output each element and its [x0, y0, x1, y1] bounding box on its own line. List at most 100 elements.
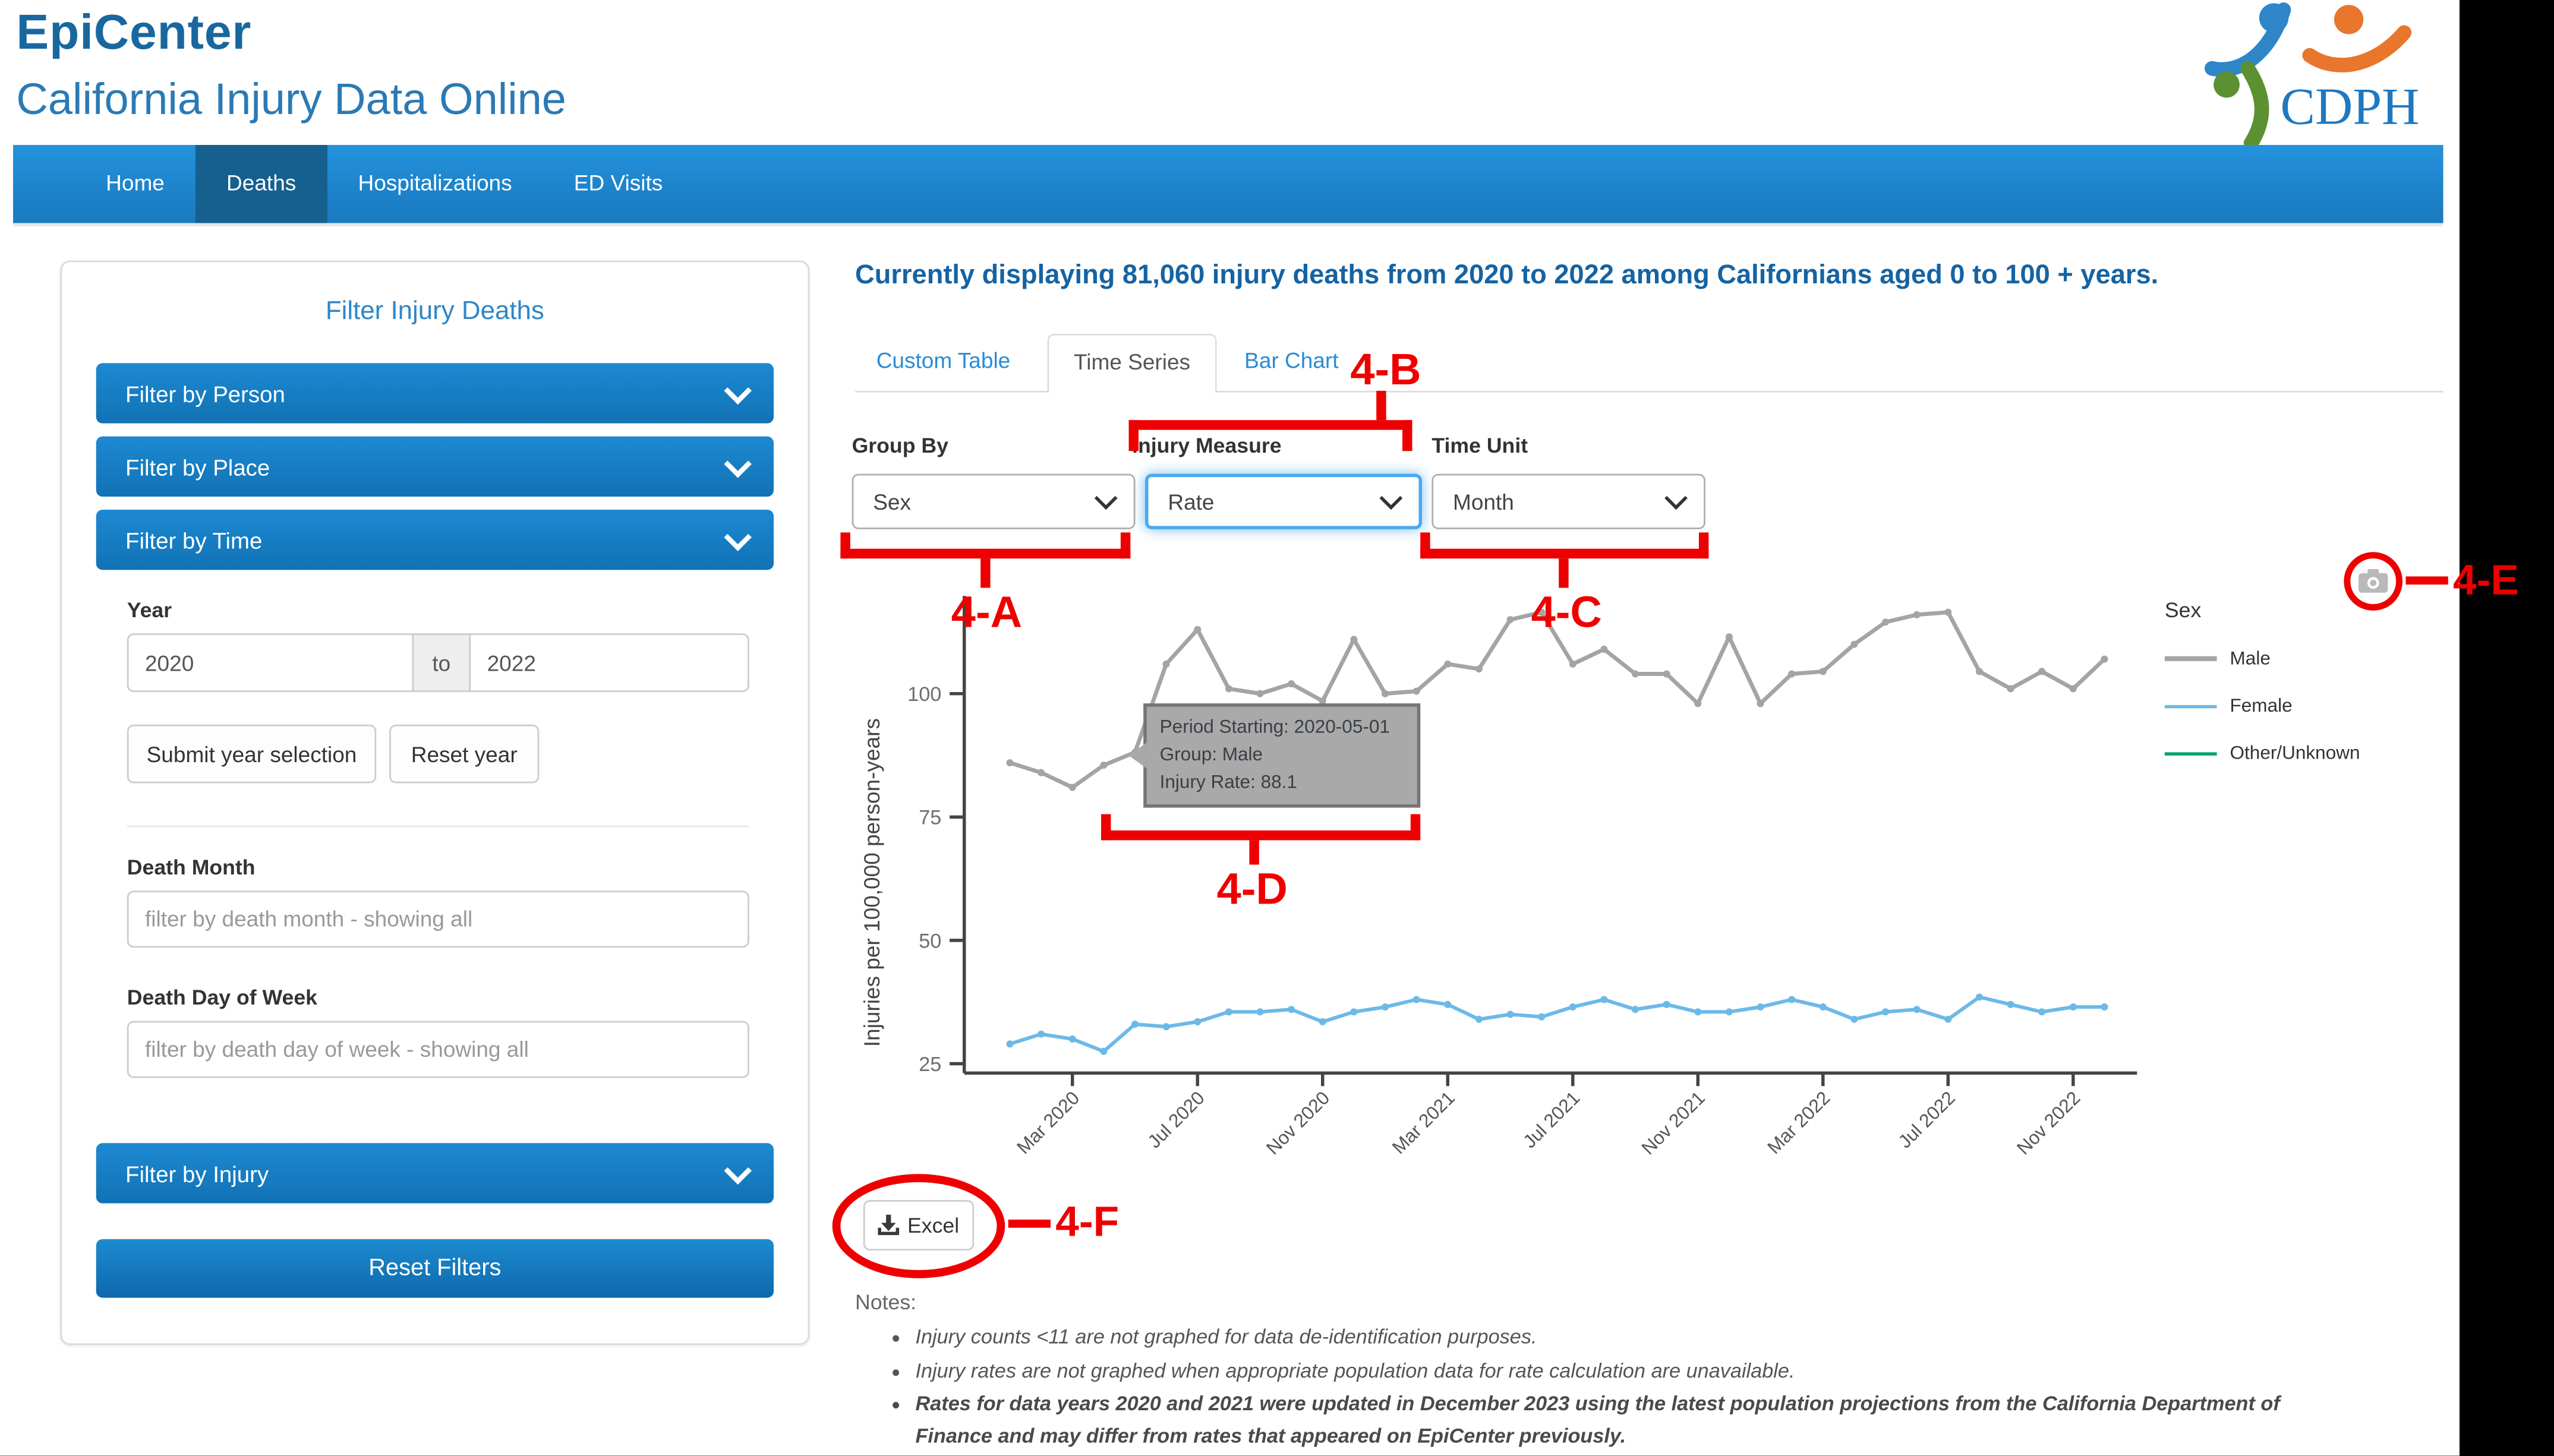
year-to-input[interactable] — [469, 633, 749, 692]
injury-measure-select[interactable]: Rate — [1145, 474, 1422, 529]
y-axis-title: Injuries per 100,000 person-years — [860, 718, 884, 1047]
main-navbar: Home Deaths Hospitalizations ED Visits — [13, 145, 2443, 226]
data-point-male — [1850, 641, 1858, 648]
cdph-logo: CDPH — [2202, 0, 2450, 147]
chevron-down-icon — [724, 523, 752, 551]
year-from-input[interactable] — [127, 633, 414, 692]
annotation-4a-bracket — [840, 532, 1130, 558]
legend-item-female[interactable]: Female — [2165, 683, 2450, 729]
legend-label-female: Female — [2230, 696, 2293, 716]
accordion-filter-by-place[interactable]: Filter by Place — [96, 437, 774, 497]
group-by-select[interactable]: Sex — [852, 474, 1136, 529]
data-point-male — [1100, 762, 1107, 769]
annotation-4e-circle — [2344, 552, 2402, 611]
logo-blue-head — [2259, 3, 2288, 32]
data-point-female — [1632, 1006, 1639, 1013]
legend-label-other-unknown: Other/Unknown — [2230, 743, 2360, 763]
data-point-male — [1288, 680, 1295, 687]
data-point-male — [1757, 700, 1764, 707]
time-unit-value: Month — [1453, 489, 1514, 514]
reset-year-button[interactable]: Reset year — [389, 725, 539, 784]
x-tick-label: Mar 2020 — [1013, 1087, 1084, 1158]
x-tick-label: Jul 2021 — [1519, 1087, 1584, 1152]
group-by-value: Sex — [873, 489, 911, 514]
accordion-filter-by-time[interactable]: Filter by Time — [96, 510, 774, 570]
app-title: EpiCenter — [16, 7, 251, 62]
legend-label-male: Male — [2230, 649, 2271, 668]
note-item: Rates for data years 2020 and 2021 were … — [915, 1389, 2324, 1452]
data-point-female — [1694, 1008, 1701, 1015]
chevron-down-icon — [1664, 487, 1688, 510]
nav-item-deaths[interactable]: Deaths — [196, 145, 327, 223]
tab-bar-chart[interactable]: Bar Chart — [1244, 349, 1338, 373]
annotation-4e-label: 4-E — [2453, 558, 2519, 601]
data-point-female — [1850, 1016, 1858, 1023]
year-label: Year — [127, 598, 172, 622]
time-unit-select[interactable]: Month — [1431, 474, 1705, 529]
data-point-female — [1976, 993, 1983, 1000]
accordion-filter-by-injury[interactable]: Filter by Injury — [96, 1143, 774, 1203]
accordion-label: Filter by Time — [125, 527, 262, 553]
annotation-4f-label: 4-F — [1055, 1200, 1119, 1242]
data-point-female — [1820, 1003, 1827, 1010]
death-month-input[interactable] — [127, 890, 749, 947]
data-point-female — [1600, 996, 1607, 1003]
data-point-male — [1038, 769, 1045, 776]
injury-measure-value: Rate — [1168, 489, 1214, 514]
death-dow-input[interactable] — [127, 1021, 749, 1078]
tab-time-series[interactable]: Time Series — [1048, 334, 1217, 393]
data-point-female — [1256, 1008, 1263, 1015]
annotation-4a-stem — [980, 558, 990, 588]
annotation-4b-bracket — [1129, 420, 1412, 451]
data-point-female — [1038, 1031, 1045, 1038]
submit-year-button[interactable]: Submit year selection — [127, 725, 376, 784]
legend-item-other-unknown[interactable]: Other/Unknown — [2165, 729, 2450, 776]
time-series-chart: 255075100Mar 2020Jul 2020Nov 2020Mar 202… — [847, 547, 2170, 1198]
data-point-female — [1413, 996, 1420, 1003]
reset-filters-button[interactable]: Reset Filters — [96, 1239, 774, 1298]
data-point-female — [1944, 1016, 1951, 1023]
legend-line-male — [2165, 656, 2217, 661]
annotation-4b-stem — [1376, 391, 1386, 420]
data-point-female — [1726, 1008, 1733, 1015]
data-point-female — [1663, 1001, 1670, 1008]
data-point-female — [1506, 1011, 1514, 1018]
annotation-4e-line — [2406, 576, 2448, 585]
data-point-female — [1100, 1048, 1107, 1055]
accordion-label: Filter by Place — [125, 453, 270, 479]
data-point-male — [1632, 670, 1639, 677]
annotation-4d-label: 4-D — [1217, 868, 1288, 912]
y-tick-label: 50 — [919, 930, 941, 952]
tab-custom-table[interactable]: Custom Table — [876, 349, 1011, 373]
chart-tooltip: Period Starting: 2020-05-01 Group: Male … — [1143, 703, 1420, 807]
data-point-male — [1069, 784, 1076, 791]
chevron-down-icon — [724, 376, 752, 404]
data-point-female — [2101, 1003, 2108, 1010]
legend-item-male[interactable]: Male — [2165, 635, 2450, 682]
data-point-male — [1163, 661, 1170, 668]
data-point-female — [1475, 1016, 1483, 1023]
annotation-4a-label: 4-A — [951, 591, 1022, 635]
status-heading: Currently displaying 81,060 injury death… — [855, 261, 2435, 292]
death-month-label: Death Month — [127, 855, 256, 879]
epicenter-page: EpiCenter California Injury Data Online … — [0, 0, 2554, 1456]
notes-heading: Notes: — [855, 1290, 916, 1314]
data-point-male — [1006, 759, 1013, 766]
data-point-female — [2007, 1001, 2014, 1008]
accordion-filter-by-person[interactable]: Filter by Person — [96, 363, 774, 423]
x-tick-label: Jul 2020 — [1143, 1087, 1209, 1152]
data-point-male — [2101, 656, 2108, 663]
data-point-female — [1882, 1008, 1889, 1015]
nav-item-ed-visits[interactable]: ED Visits — [543, 145, 694, 223]
series-line-female — [1010, 997, 2104, 1051]
annotation-4f-ellipse — [833, 1174, 1005, 1278]
divider — [127, 826, 749, 828]
annotation-4d-stem — [1249, 840, 1259, 864]
data-point-female — [1757, 1003, 1764, 1010]
data-point-male — [1976, 668, 1983, 675]
data-point-male — [1726, 633, 1733, 640]
data-point-female — [1350, 1008, 1357, 1015]
filter-panel-title: Filter Injury Deaths — [62, 298, 808, 327]
nav-item-home[interactable]: Home — [75, 145, 196, 223]
nav-item-hospitalizations[interactable]: Hospitalizations — [327, 145, 543, 223]
